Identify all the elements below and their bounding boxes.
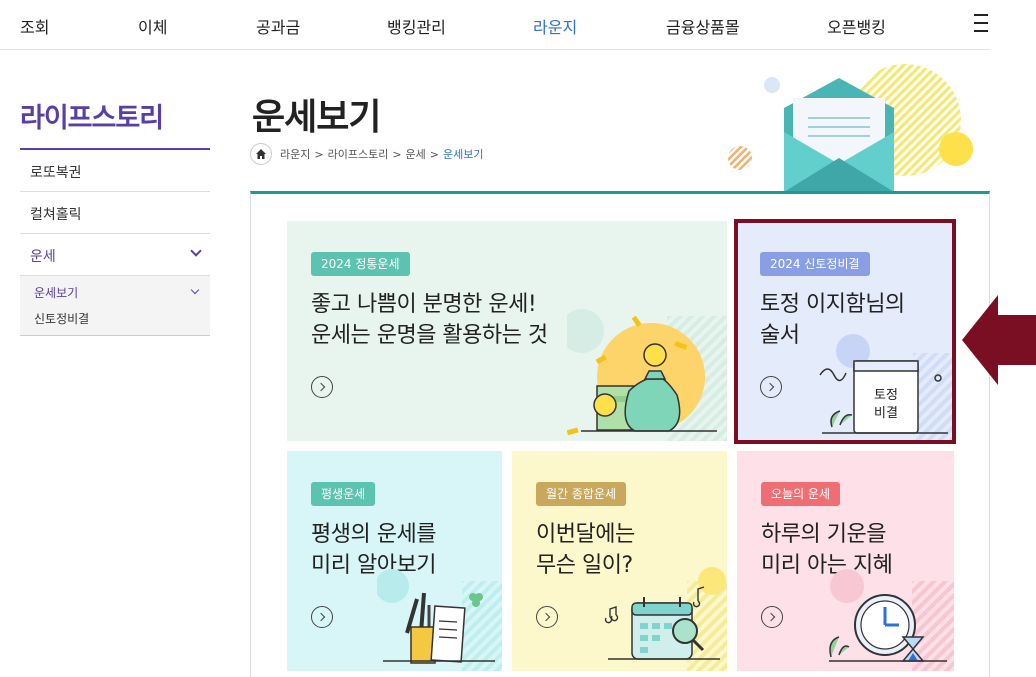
- breadcrumb: 라운지 > 라이프스토리 > 운세 > 운세보기: [250, 143, 484, 165]
- nav-item-open-banking[interactable]: 오픈뱅킹: [827, 14, 886, 38]
- card-line: 평생의 운세를: [311, 522, 436, 547]
- card-line: 하루의 기운을: [761, 522, 886, 547]
- card-monthly-fortune[interactable]: 월간 종합운세 이번달에는 무슨 일이?: [512, 451, 727, 671]
- book-label-1: 토정: [874, 388, 898, 403]
- card-badge: 평생운세: [311, 482, 376, 506]
- breadcrumb-current: 운세보기: [443, 148, 484, 161]
- breadcrumb-item[interactable]: 운세: [406, 146, 426, 162]
- nav-item-banking-mgmt[interactable]: 뱅킹관리: [387, 14, 446, 38]
- card-line: 이번달에는: [536, 522, 635, 547]
- nav-item-bills[interactable]: 공과금: [256, 14, 300, 38]
- breadcrumb-separator: >: [314, 147, 324, 161]
- calendar-icon: [604, 567, 727, 671]
- home-icon[interactable]: [250, 143, 272, 165]
- go-arrow-icon[interactable]: [536, 606, 558, 628]
- card-badge: 월간 종합운세: [536, 482, 627, 506]
- sidebar-item-label: 컬쳐홀릭: [30, 207, 82, 223]
- sidebar-item-label: 운세: [30, 249, 56, 265]
- card-description: 좋고 나쁨이 분명한 운세! 운세는 운명을 활용하는 것: [311, 289, 548, 351]
- sidebar-item-lotto[interactable]: 로또복권: [20, 150, 210, 192]
- hamburger-icon[interactable]: [974, 14, 990, 34]
- card-badge: 오늘의 운세: [761, 482, 841, 506]
- pencil-cup-icon: [377, 569, 502, 671]
- nav-item-transfer[interactable]: 이체: [138, 14, 167, 38]
- top-nav: 조회 이체 공과금 뱅킹관리 라운지 금융상품몰 오픈뱅킹: [0, 0, 990, 50]
- clock-icon: [829, 569, 954, 671]
- chevron-down-icon: [190, 285, 200, 295]
- card-2024-fortune[interactable]: 2024 정통운세 좋고 나쁨이 분명한 운세! 운세는 운명을 활용하는 것: [287, 221, 727, 441]
- card-2024-tojeong[interactable]: 2024 신토정비결 토정 이지함님의 술서 토정 비결: [738, 223, 952, 441]
- breadcrumb-item[interactable]: 라이프스토리: [328, 146, 389, 162]
- sidebar-submenu: 운세보기 신토정비결: [20, 276, 210, 336]
- money-bag-icon: [567, 309, 727, 441]
- left-arrow-icon: [962, 295, 1036, 385]
- sidebar-item-label: 로또복권: [30, 165, 82, 181]
- breadcrumb-separator: >: [429, 147, 440, 161]
- nav-item-lounge[interactable]: 라운지: [533, 14, 577, 38]
- book-icon: 토정 비결: [819, 334, 952, 441]
- sidebar-item-culture[interactable]: 컬쳐홀릭: [20, 192, 210, 234]
- book-label-2: 비결: [874, 406, 898, 421]
- sidebar-item-fortune[interactable]: 운세: [20, 234, 210, 276]
- card-lifetime-fortune[interactable]: 평생운세 평생의 운세를 미리 알아보기: [287, 451, 502, 671]
- go-arrow-icon[interactable]: [760, 376, 782, 398]
- card-line: 운세는 운명을 활용하는 것: [311, 323, 548, 348]
- go-arrow-icon[interactable]: [311, 376, 333, 398]
- card-line: 좋고 나쁨이 분명한 운세!: [311, 292, 537, 317]
- sidebar-title: 라이프스토리: [20, 103, 164, 134]
- breadcrumb-item[interactable]: 라운지: [280, 146, 310, 162]
- card-today-fortune[interactable]: 오늘의 운세 하루의 기운을 미리 아는 지혜: [737, 451, 954, 671]
- submenu-item-fortune-view[interactable]: 운세보기: [34, 284, 78, 301]
- go-arrow-icon[interactable]: [761, 606, 783, 628]
- nav-item-inquiry[interactable]: 조회: [20, 14, 49, 38]
- envelope-illustration: [728, 64, 973, 192]
- card-badge: 2024 신토정비결: [760, 252, 870, 276]
- go-arrow-icon[interactable]: [311, 606, 333, 628]
- chevron-down-icon: [190, 245, 202, 257]
- page-title: 운세보기: [252, 97, 381, 138]
- breadcrumb-separator: >: [392, 147, 402, 161]
- card-line: 토정 이지함님의: [760, 292, 905, 317]
- submenu-item-tojeong[interactable]: 신토정비결: [34, 310, 89, 327]
- nav-item-product-mall[interactable]: 금융상품몰: [666, 14, 740, 38]
- card-badge: 2024 정통운세: [311, 252, 410, 276]
